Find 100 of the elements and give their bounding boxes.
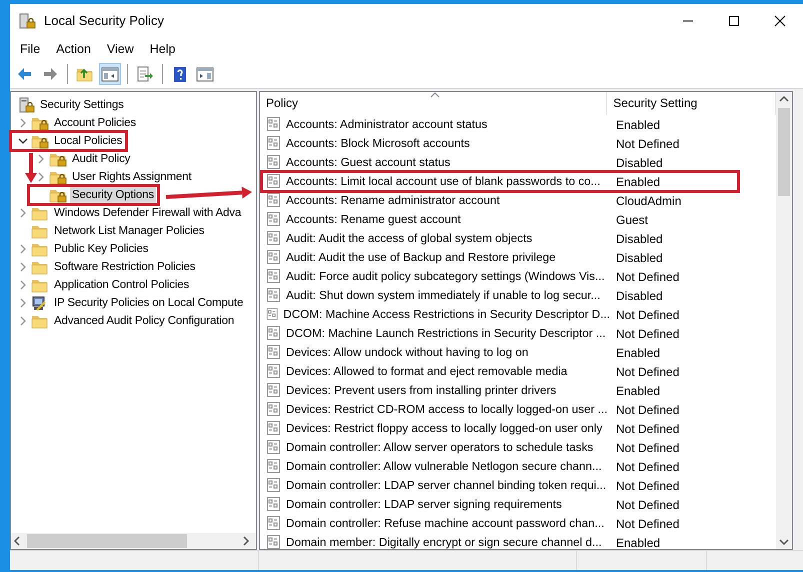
security-setting: Enabled <box>615 382 660 400</box>
tree-toggle-icon[interactable] <box>101 66 119 82</box>
policy-name[interactable]: Accounts: Guest account status <box>286 154 450 172</box>
tree-item[interactable]: Application Control Policies <box>52 277 192 293</box>
annotation-arrow <box>25 153 37 183</box>
policy-name[interactable]: Audit: Audit the access of global system objects <box>286 230 532 248</box>
menu-item[interactable]: Action <box>48 40 99 58</box>
window-title: Local Security Policy <box>44 12 164 30</box>
policy-name[interactable]: Devices: Allowed to format and eject removable media <box>286 362 568 380</box>
policy-icon <box>266 173 282 190</box>
tree-item[interactable]: Security Settings <box>38 97 126 113</box>
policy-name[interactable]: Domain controller: Allow vulnerable Netlogon secure chann... <box>286 458 602 476</box>
tree-item[interactable]: Local Policies <box>52 133 124 149</box>
tree-item[interactable]: Windows Defender Firewall with Adva <box>52 205 244 221</box>
security-setting: Enabled <box>615 344 660 362</box>
security-setting: Disabled <box>615 230 663 248</box>
locked-folder-icon <box>31 115 49 131</box>
security-setting: Not Defined <box>615 516 680 532</box>
locked-folder-icon <box>49 187 67 203</box>
policy-icon <box>266 382 282 398</box>
locked-folder-icon <box>49 151 67 167</box>
security-setting: Not Defined <box>615 326 680 342</box>
panel-toggle-icon[interactable] <box>196 66 214 82</box>
folder-icon <box>31 259 49 275</box>
scroll-thumb[interactable] <box>27 534 187 548</box>
security-setting: Not Defined <box>615 268 680 286</box>
policy-name[interactable]: Devices: Allow undock without having to log on <box>286 344 528 362</box>
security-setting: Enabled <box>615 116 660 134</box>
tree-item[interactable]: Network List Manager Policies <box>52 223 206 239</box>
policy-icon <box>266 192 282 208</box>
policy-name[interactable]: Domain controller: LDAP server signing requirements <box>286 496 562 514</box>
policy-name[interactable]: Accounts: Limit local account use of blank passwords to co... <box>286 172 600 190</box>
policy-icon <box>266 496 282 512</box>
policy-icon <box>266 135 282 152</box>
horizontal-scrollbar[interactable] <box>11 533 256 549</box>
folder-icon <box>31 313 49 329</box>
folder-icon <box>31 277 49 293</box>
forward-arrow-icon[interactable] <box>41 66 59 82</box>
policy-name[interactable]: Audit: Shut down system immediately if unable to log secur... <box>286 286 600 304</box>
menu-item[interactable]: View <box>98 40 142 58</box>
menu-item[interactable]: Help <box>142 40 184 58</box>
folder-icon <box>31 223 49 239</box>
policy-name[interactable]: Domain controller: Allow server operators to schedule tasks <box>286 438 594 456</box>
security-setting: Enabled <box>615 534 660 549</box>
export-list-icon[interactable] <box>136 66 154 82</box>
policy-name[interactable]: Domain controller: Refuse machine account password chan... <box>286 514 604 532</box>
policy-icon <box>266 344 282 360</box>
security-setting: Not Defined <box>615 364 680 380</box>
tree-item[interactable]: Account Policies <box>52 115 138 131</box>
policy-icon <box>266 287 282 304</box>
policy-name[interactable]: Accounts: Administrator account status <box>286 116 488 134</box>
security-setting: Not Defined <box>615 420 680 438</box>
security-setting: Disabled <box>615 250 663 266</box>
folder-icon <box>31 241 49 257</box>
security-setting: Not Defined <box>615 496 680 514</box>
help-icon[interactable] <box>171 66 189 82</box>
security-setting: Enabled <box>615 174 660 190</box>
computer-lock-icon <box>17 97 35 113</box>
security-setting: Disabled <box>615 288 663 304</box>
policy-icon <box>266 325 282 342</box>
policy-icon <box>266 477 282 494</box>
policy-name[interactable]: DCOM: Machine Access Restrictions in Security Descriptor D... <box>283 306 610 324</box>
app-icon <box>18 13 36 29</box>
policy-name[interactable]: Devices: Restrict CD-ROM access to locally logged-on user ... <box>286 400 608 418</box>
policy-name[interactable]: DCOM: Machine Launch Restrictions in Security Descriptor ... <box>286 324 606 342</box>
menu-item[interactable]: File <box>12 40 48 58</box>
tree-item[interactable]: Software Restriction Policies <box>52 259 198 275</box>
policy-icon <box>266 211 282 228</box>
tree-item[interactable]: Advanced Audit Policy Configuration <box>52 313 236 329</box>
policy-name[interactable]: Accounts: Rename guest account <box>286 210 461 228</box>
vertical-scrollbar[interactable] <box>776 92 792 549</box>
security-setting: Not Defined <box>615 478 680 494</box>
policy-icon <box>266 420 282 436</box>
policy-name[interactable]: Audit: Force audit policy subcategory settings (Windows Vis... <box>286 268 605 286</box>
locked-folder-icon <box>49 169 67 185</box>
policy-name[interactable]: Domain member: Digitally encrypt or sign secure channel d... <box>286 534 602 549</box>
policy-icon <box>266 230 282 246</box>
tree-item[interactable]: Security Options <box>70 187 156 203</box>
tree-item[interactable]: IP Security Policies on Local Compute <box>52 295 246 311</box>
security-setting: CloudAdmin <box>615 192 682 210</box>
policy-name[interactable]: Devices: Prevent users from installing printer drivers <box>286 382 556 400</box>
policy-name[interactable]: Domain controller: LDAP server channel binding token requi... <box>286 476 606 494</box>
policy-name[interactable]: Accounts: Rename administrator account <box>286 192 500 210</box>
policy-icon <box>266 306 280 322</box>
policy-icon <box>266 268 282 284</box>
tree-item[interactable]: User Rights Assignment <box>70 169 194 185</box>
column-header[interactable]: Policy <box>260 92 608 115</box>
security-setting: Not Defined <box>615 402 680 418</box>
security-setting: Not Defined <box>615 440 680 456</box>
tree-item[interactable]: Audit Policy <box>70 151 132 167</box>
back-arrow-icon[interactable] <box>16 66 34 82</box>
policy-name[interactable]: Devices: Restrict floppy access to locally logged-on user only <box>286 420 602 438</box>
policy-name[interactable]: Audit: Audit the use of Backup and Restore privilege <box>286 248 556 266</box>
policy-icon <box>266 458 282 474</box>
policy-icon <box>266 401 282 418</box>
tree-item[interactable]: Public Key Policies <box>52 241 150 257</box>
folder-icon <box>31 205 49 221</box>
scroll-thumb[interactable] <box>778 108 790 196</box>
policy-name[interactable]: Accounts: Block Microsoft accounts <box>286 134 470 152</box>
security-setting: Not Defined <box>615 458 680 476</box>
